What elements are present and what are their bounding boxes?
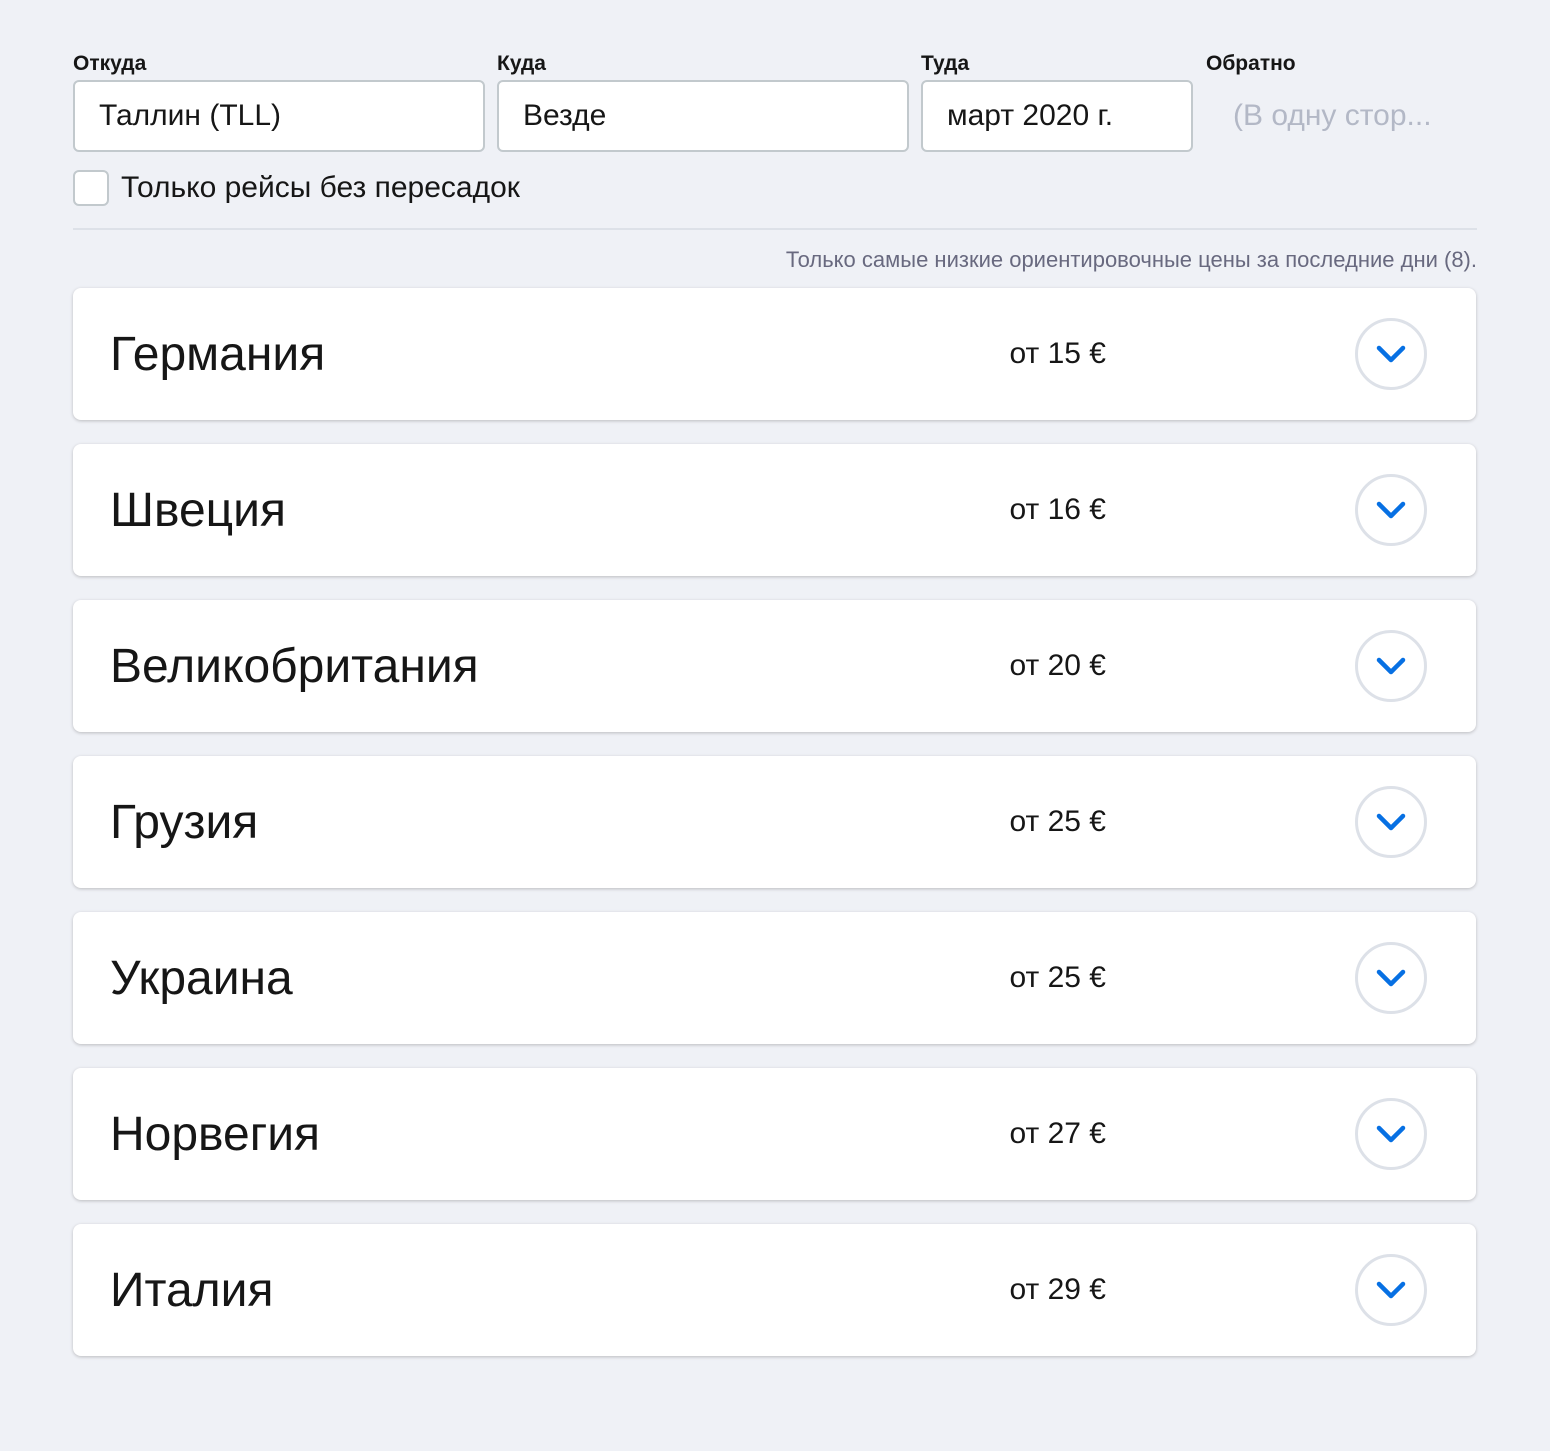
expand-button[interactable] [1355, 318, 1427, 390]
page: Откуда Таллин (TLL) Куда Везде Туда март… [0, 0, 1550, 1451]
price-label: от 15 € [1009, 337, 1107, 370]
direct-only-checkbox[interactable] [73, 170, 109, 206]
result-card[interactable]: Норвегия от 27 € [73, 1068, 1476, 1200]
result-card[interactable]: Великобритания от 20 € [73, 600, 1476, 732]
return-label: Обратно [1206, 52, 1296, 75]
price-label: от 20 € [1009, 649, 1107, 682]
country-name: Швеция [110, 483, 286, 537]
country-name: Италия [110, 1263, 274, 1317]
chevron-down-icon [1376, 969, 1406, 987]
expand-button[interactable] [1355, 1254, 1427, 1326]
direct-only-filter[interactable]: Только рейсы без пересадок [73, 170, 520, 206]
result-card[interactable]: Швеция от 16 € [73, 444, 1476, 576]
country-name: Грузия [110, 795, 259, 849]
result-card[interactable]: Германия от 15 € [73, 288, 1476, 420]
country-name: Германия [110, 327, 326, 381]
search-form: Откуда Таллин (TLL) Куда Везде Туда март… [73, 50, 1477, 154]
country-name: Великобритания [110, 639, 479, 693]
expand-button[interactable] [1355, 942, 1427, 1014]
divider [73, 228, 1477, 230]
country-name: Норвегия [110, 1107, 321, 1161]
from-input[interactable]: Таллин (TLL) [73, 80, 485, 152]
chevron-down-icon [1376, 1281, 1406, 1299]
chevron-down-icon [1376, 345, 1406, 363]
expand-button[interactable] [1355, 786, 1427, 858]
price-label: от 25 € [1009, 961, 1107, 994]
country-name: Украина [110, 951, 293, 1005]
return-date-input[interactable]: (В одну стор... [1233, 80, 1463, 152]
expand-button[interactable] [1355, 474, 1427, 546]
chevron-down-icon [1376, 501, 1406, 519]
expand-button[interactable] [1355, 1098, 1427, 1170]
depart-date-input[interactable]: март 2020 г. [921, 80, 1193, 152]
chevron-down-icon [1376, 813, 1406, 831]
price-label: от 29 € [1009, 1273, 1107, 1306]
result-card[interactable]: Украина от 25 € [73, 912, 1476, 1044]
price-label: от 27 € [1009, 1117, 1107, 1150]
price-label: от 16 € [1009, 493, 1107, 526]
chevron-down-icon [1376, 657, 1406, 675]
to-input[interactable]: Везде [497, 80, 909, 152]
from-label: Откуда [73, 52, 147, 75]
price-disclaimer: Только самые низкие ориентировочные цены… [785, 247, 1477, 272]
direct-only-label[interactable]: Только рейсы без пересадок [121, 171, 520, 205]
to-label: Куда [497, 52, 546, 75]
depart-label: Туда [921, 52, 970, 75]
price-label: от 25 € [1009, 805, 1107, 838]
expand-button[interactable] [1355, 630, 1427, 702]
result-card[interactable]: Грузия от 25 € [73, 756, 1476, 888]
chevron-down-icon [1376, 1125, 1406, 1143]
result-card[interactable]: Италия от 29 € [73, 1224, 1476, 1356]
